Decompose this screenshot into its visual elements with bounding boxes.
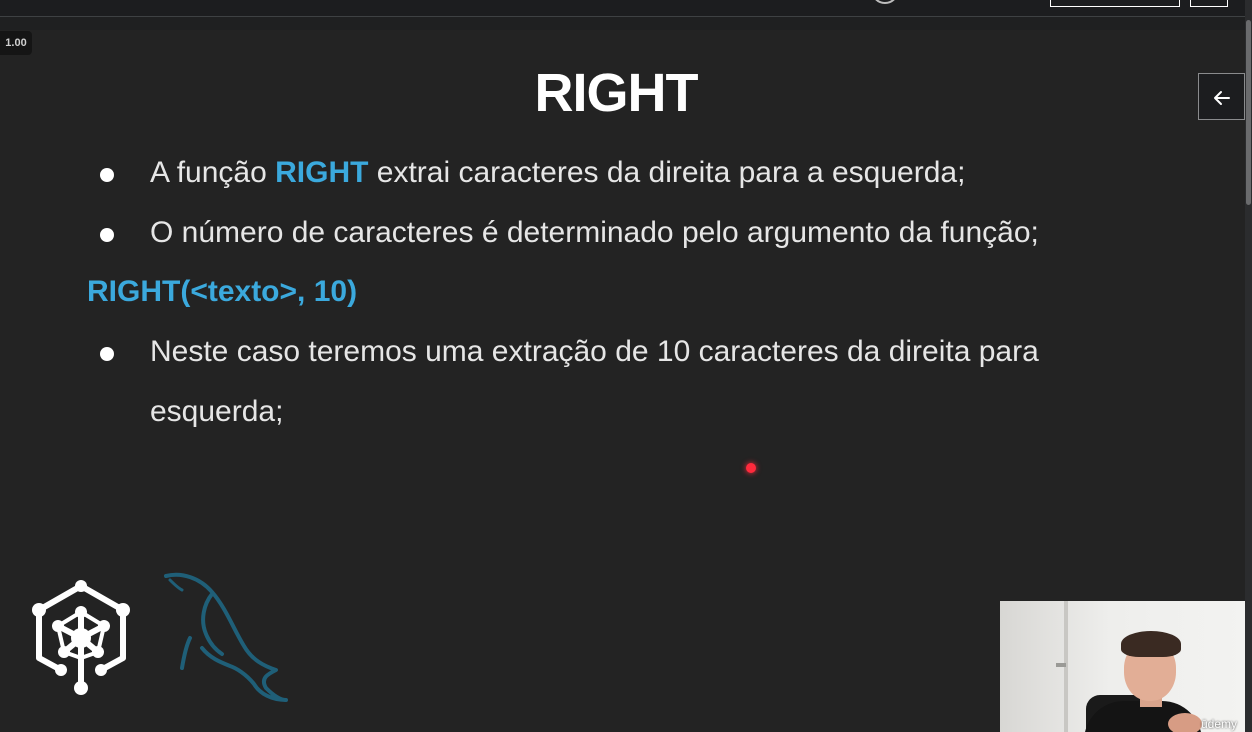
brand-logo-fragment xyxy=(70,0,86,2)
webcam-door-handle xyxy=(1056,663,1066,667)
bullet-text: O número de caracteres é determinado pel… xyxy=(150,216,1039,249)
arrow-left-icon xyxy=(1213,90,1230,105)
function-name-highlight: RIGHT xyxy=(275,156,369,189)
share-button[interactable] xyxy=(1050,0,1180,7)
instructor-hair xyxy=(1121,631,1181,657)
bullet-dot-icon xyxy=(100,347,114,361)
mysql-dolphin-logo xyxy=(164,572,288,702)
course-progress-icon[interactable] xyxy=(870,0,900,4)
instructor-hand xyxy=(1168,713,1202,732)
scrollbar-thumb[interactable] xyxy=(1246,20,1251,205)
bullet-text-before: A função xyxy=(150,156,276,189)
bullet-text: A função RIGHT extrai caracteres da dire… xyxy=(150,143,965,203)
bullet-dot-icon xyxy=(100,168,114,182)
laser-pointer-dot xyxy=(746,463,756,473)
hexagon-network-logo xyxy=(32,580,130,695)
top-header xyxy=(0,0,1245,17)
bullet-text: Neste caso teremos uma extração de 10 ca… xyxy=(150,335,1039,428)
back-arrow-button[interactable] xyxy=(1198,73,1245,120)
video-player[interactable]: 1.00 RIGHT A função RIGHT extrai caracte… xyxy=(0,0,1252,732)
instructor-webcam: ūdemy xyxy=(1000,601,1245,732)
slide-bullet-2: O número de caracteres é determinado pel… xyxy=(100,203,1100,263)
bullet-text-after: extrai caracteres da direita para a esqu… xyxy=(368,156,966,189)
bullet-dot-icon xyxy=(100,228,114,242)
header-divider xyxy=(0,17,1245,30)
more-options-button[interactable] xyxy=(1190,0,1228,7)
udemy-watermark: ūdemy xyxy=(1200,717,1237,731)
slide-title: RIGHT xyxy=(534,63,699,123)
function-syntax: RIGHT(<texto>, 10) xyxy=(87,275,358,308)
playback-speed-badge[interactable]: 1.00 xyxy=(0,31,32,55)
page-scrollbar[interactable] xyxy=(1245,0,1252,732)
slide-bullet-3: Neste caso teremos uma extração de 10 ca… xyxy=(100,322,1100,442)
slide-bullet-1: A função RIGHT extrai caracteres da dire… xyxy=(100,143,1060,203)
